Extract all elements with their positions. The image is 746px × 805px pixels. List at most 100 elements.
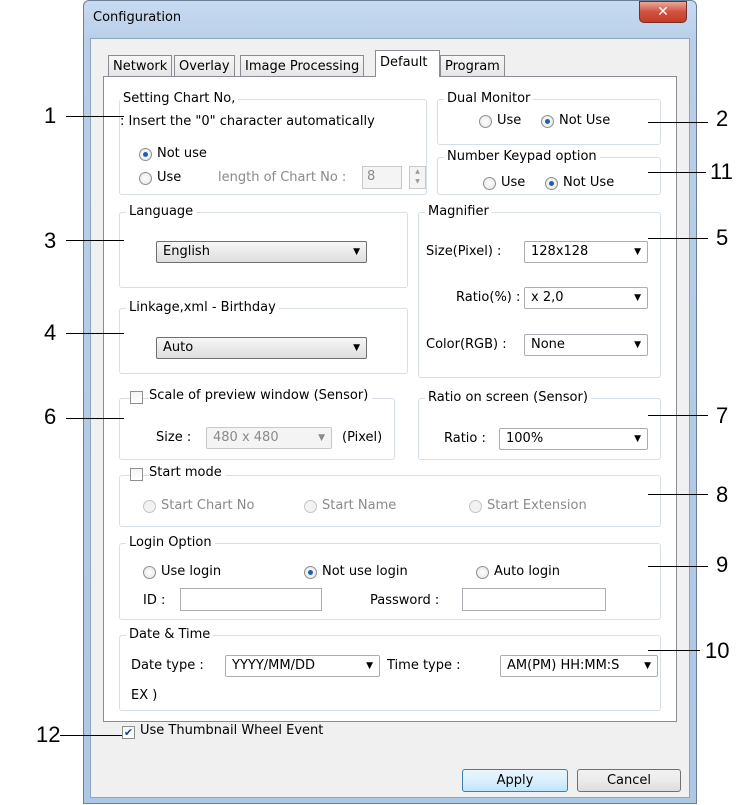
chart-no-not-use-radio[interactable] (139, 148, 152, 161)
date-type-select[interactable]: YYYY/MM/DD ▼ (225, 655, 380, 677)
callout-2-line (648, 122, 708, 123)
start-mode-checkbox[interactable] (130, 468, 143, 481)
magnifier-color-label: Color(RGB) : (426, 337, 507, 352)
scale-legend: Scale of preview window (Sensor) (149, 388, 373, 403)
magnifier-ratio-label: Ratio(%) : (456, 290, 521, 305)
chart-no-use-radio[interactable] (139, 172, 152, 185)
keypad-not-use-label: Not Use (563, 175, 615, 190)
callout-11: 11 (710, 159, 733, 184)
callout-9-line (648, 566, 708, 567)
date-type-label: Date type : (131, 658, 204, 673)
tab-network[interactable]: Network (108, 55, 173, 76)
magnifier-size-label: Size(Pixel) : (426, 244, 502, 259)
tab-overlay[interactable]: Overlay (174, 55, 235, 76)
scale-checkbox[interactable] (130, 391, 143, 404)
callout-11-line (648, 172, 706, 173)
login-password-label: Password : (370, 593, 440, 608)
magnifier-size-select[interactable]: 128x128 ▼ (524, 241, 648, 263)
scale-unit-label: (Pixel) (342, 430, 383, 445)
chart-length-label: length of Chart No : (218, 170, 347, 185)
window-title: Configuration (93, 10, 182, 25)
time-type-label: Time type : (387, 658, 461, 673)
ratio-screen-legend: Ratio on screen (Sensor) (425, 390, 591, 405)
ratio-screen-label: Ratio : (444, 431, 486, 446)
dual-monitor-use-radio[interactable] (479, 115, 492, 128)
callout-6: 6 (44, 404, 57, 429)
dual-monitor-not-use-label: Not Use (559, 113, 611, 128)
tab-image-processing[interactable]: Image Processing (240, 55, 365, 76)
callout-12-line (60, 735, 122, 736)
linkage-value: Auto (163, 340, 194, 355)
chevron-down-icon: ▼ (634, 340, 641, 350)
magnifier-ratio-select[interactable]: x 2,0 ▼ (524, 287, 648, 309)
chart-no-use-label: Use (157, 170, 182, 185)
start-extension-label: Start Extension (487, 498, 587, 513)
dual-monitor-use-label: Use (497, 113, 522, 128)
scale-size-select[interactable]: 480 x 480 ▼ (206, 427, 332, 449)
callout-1: 1 (44, 103, 57, 128)
not-use-login-label: Not use login (322, 564, 408, 579)
chart-no-not-use-label: Not use (157, 146, 207, 161)
start-name-label: Start Name (322, 498, 397, 513)
thumb-wheel-label: Use Thumbnail Wheel Event (140, 723, 324, 738)
language-value: English (163, 244, 210, 259)
linkage-select[interactable]: Auto ▼ (156, 337, 367, 359)
chart-no-description: : Insert the "0" character automatically (120, 114, 375, 129)
ratio-screen-select[interactable]: 100% ▼ (499, 428, 648, 450)
chart-length-field[interactable]: 8 (362, 166, 402, 189)
magnifier-color-select[interactable]: None ▼ (524, 334, 648, 356)
callout-1-line (66, 116, 124, 117)
start-chart-no-radio[interactable] (143, 500, 156, 513)
time-type-value: AM(PM) HH:MM:S (507, 658, 620, 673)
chart-no-legend: Setting Chart No, (120, 91, 239, 106)
use-login-radio[interactable] (143, 566, 156, 579)
chevron-down-icon: ▼ (318, 433, 325, 443)
login-password-input[interactable] (462, 588, 606, 611)
close-icon: ✕ (657, 4, 669, 20)
callout-5: 5 (716, 225, 729, 250)
start-extension-radio[interactable] (469, 500, 482, 513)
chart-length-spinner[interactable]: ▲ ▼ (409, 166, 426, 189)
close-button[interactable]: ✕ (639, 1, 687, 23)
callout-4: 4 (44, 320, 57, 345)
chevron-down-icon: ▼ (353, 247, 360, 257)
callout-3-line (66, 240, 124, 241)
datetime-legend: Date & Time (126, 627, 214, 642)
tab-program[interactable]: Program (440, 55, 505, 76)
callout-3: 3 (44, 228, 57, 253)
keypad-use-radio[interactable] (483, 177, 496, 190)
callout-2: 2 (716, 106, 729, 131)
use-login-label: Use login (161, 564, 222, 579)
chevron-down-icon: ▼ (353, 343, 360, 353)
login-id-input[interactable] (180, 588, 322, 611)
chevron-down-icon: ▼ (634, 434, 641, 444)
keypad-not-use-radio[interactable] (545, 177, 558, 190)
linkage-legend: Linkage,xml - Birthday (126, 300, 279, 315)
chevron-down-icon: ▼ (634, 247, 641, 257)
start-name-radio[interactable] (304, 500, 317, 513)
callout-10-line (648, 650, 700, 651)
callout-12: 12 (36, 722, 61, 747)
chevron-down-icon: ▼ (366, 661, 373, 671)
not-use-login-radio[interactable] (304, 566, 317, 579)
callout-5-line (648, 238, 708, 239)
login-id-label: ID : (143, 593, 166, 608)
time-type-select[interactable]: AM(PM) HH:MM:S ▼ (500, 655, 658, 677)
magnifier-legend: Magnifier (425, 204, 492, 219)
tab-default[interactable]: Default (375, 50, 440, 77)
magnifier-size-value: 128x128 (531, 244, 589, 259)
magnifier-ratio-value: x 2,0 (531, 290, 564, 305)
keypad-use-label: Use (501, 175, 526, 190)
thumb-wheel-checkbox[interactable]: ✔ (122, 726, 135, 739)
language-select[interactable]: English ▼ (156, 241, 367, 263)
date-type-value: YYYY/MM/DD (232, 658, 315, 673)
callout-4-line (66, 333, 124, 334)
callout-7: 7 (716, 403, 729, 428)
apply-button[interactable]: Apply (462, 769, 568, 792)
dual-monitor-not-use-radio[interactable] (541, 115, 554, 128)
callout-8-line (648, 494, 708, 495)
cancel-button[interactable]: Cancel (577, 769, 681, 792)
auto-login-radio[interactable] (476, 566, 489, 579)
auto-login-label: Auto login (494, 564, 560, 579)
chevron-down-icon: ▼ (644, 661, 651, 671)
